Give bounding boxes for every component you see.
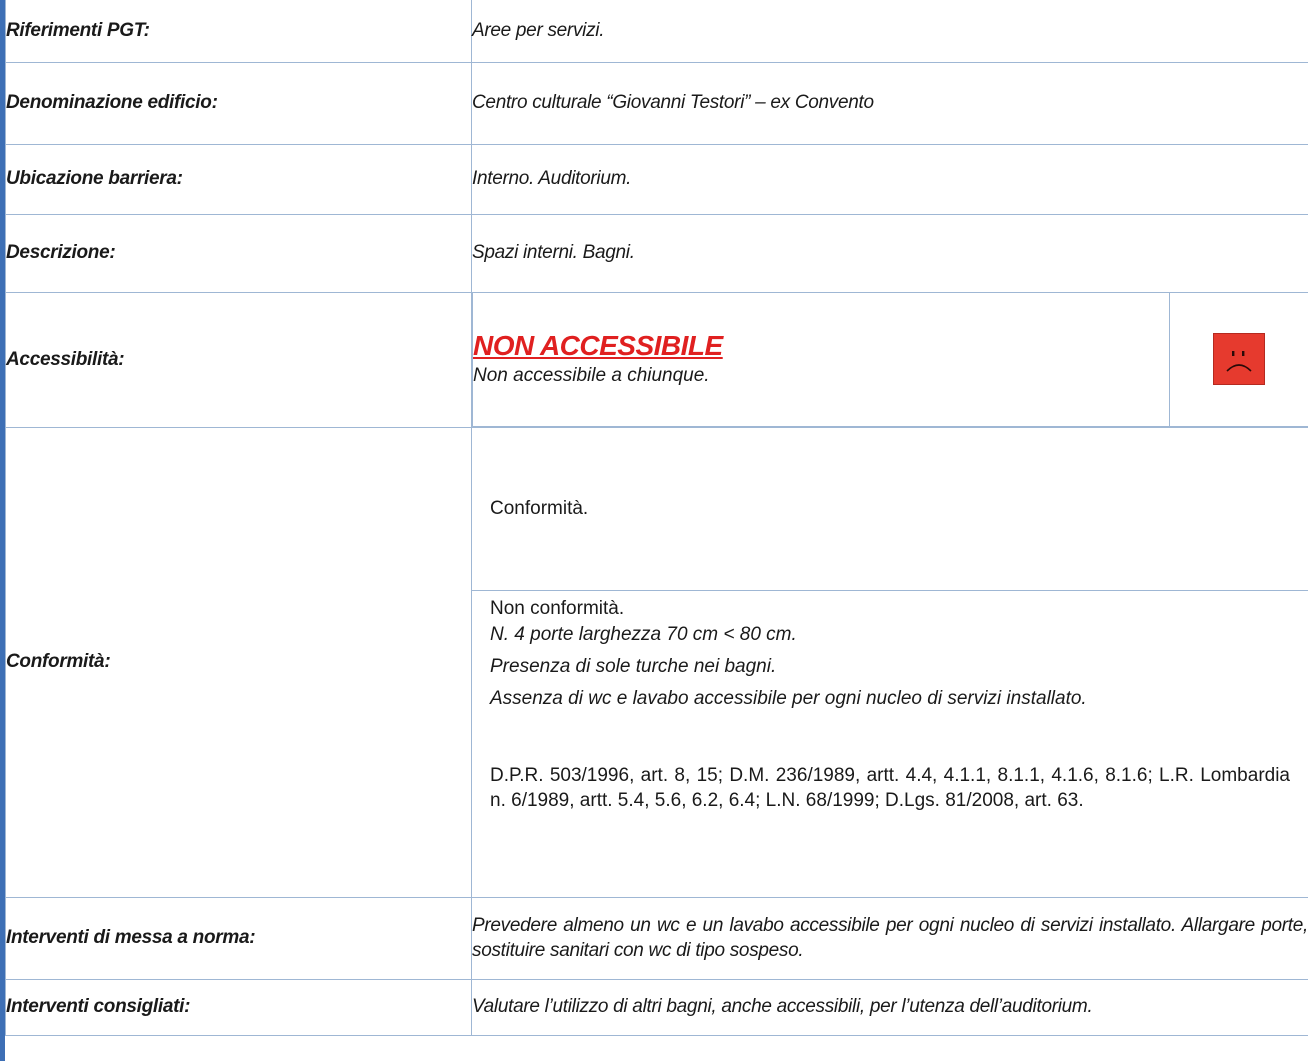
label-riferimenti-pgt: Riferimenti PGT:: [5, 0, 472, 63]
row-interventi-norma: Interventi di messa a norma: Prevedere a…: [5, 896, 1308, 980]
accessibilita-cell: NON ACCESSIBILE Non accessibile a chiunq…: [471, 291, 1308, 428]
non-conformita-heading: Non conformità.: [490, 597, 625, 619]
barrier-record-table: Riferimenti PGT: Aree per servizi. Denom…: [5, 0, 1308, 1036]
non-conformita-section: Non conformità. N. 4 porte larghezza 70 …: [472, 591, 1308, 897]
label-ubicazione: Ubicazione barriera:: [5, 143, 472, 215]
accessibility-status: NON ACCESSIBILE: [473, 330, 723, 361]
accessibilita-text: NON ACCESSIBILE Non accessibile a chiunq…: [472, 292, 1170, 427]
accessibilita-inner: NON ACCESSIBILE Non accessibile a chiunq…: [472, 292, 1308, 427]
conformita-heading: Conformità.: [490, 497, 589, 519]
value-riferimenti-pgt: Aree per servizi.: [471, 0, 1308, 63]
non-conformita-item: N. 4 porte larghezza 70 cm < 80 cm.: [490, 623, 797, 645]
row-accessibilita: Accessibilità: NON ACCESSIBILE Non acces…: [5, 291, 1308, 428]
conformita-section: Conformità.: [472, 428, 1308, 591]
label-accessibilita: Accessibilità:: [5, 291, 472, 428]
value-denominazione: Centro culturale “Giovanni Testori” – ex…: [471, 61, 1308, 145]
value-interventi-consigliati: Valutare l’utilizzo di altri bagni, anch…: [471, 978, 1308, 1036]
label-descrizione: Descrizione:: [5, 213, 472, 293]
conformita-cell: Conformità. Non conformità. N. 4 porte l…: [471, 426, 1308, 898]
label-interventi-norma: Interventi di messa a norma:: [5, 896, 472, 980]
value-interventi-norma: Prevedere almeno un wc e un lavabo acces…: [471, 896, 1308, 980]
norme-riferimento: D.P.R. 503/1996, art. 8, 15; D.M. 236/19…: [490, 764, 1290, 811]
accessibility-note: Non accessibile a chiunque.: [473, 365, 710, 386]
row-denominazione: Denominazione edificio: Centro culturale…: [5, 61, 1308, 145]
row-interventi-consigliati: Interventi consigliati: Valutare l’utili…: [5, 978, 1308, 1036]
non-conformita-item: Presenza di sole turche nei bagni.: [490, 655, 777, 677]
sad-face-icon: [1213, 333, 1265, 385]
label-denominazione: Denominazione edificio:: [5, 61, 472, 145]
label-conformita: Conformità:: [5, 426, 472, 898]
value-descrizione: Spazi interni. Bagni.: [471, 213, 1308, 293]
row-conformita: Conformità: Conformità. Non conformità. …: [5, 426, 1308, 898]
non-conformita-item: Assenza di wc e lavabo accessibile per o…: [490, 687, 1087, 709]
row-riferimenti-pgt: Riferimenti PGT: Aree per servizi.: [5, 0, 1308, 63]
label-interventi-consigliati: Interventi consigliati:: [5, 978, 472, 1036]
row-ubicazione: Ubicazione barriera: Interno. Auditorium…: [5, 143, 1308, 215]
value-ubicazione: Interno. Auditorium.: [471, 143, 1308, 215]
row-descrizione: Descrizione: Spazi interni. Bagni.: [5, 213, 1308, 293]
accessibility-icon-cell: [1169, 292, 1308, 427]
